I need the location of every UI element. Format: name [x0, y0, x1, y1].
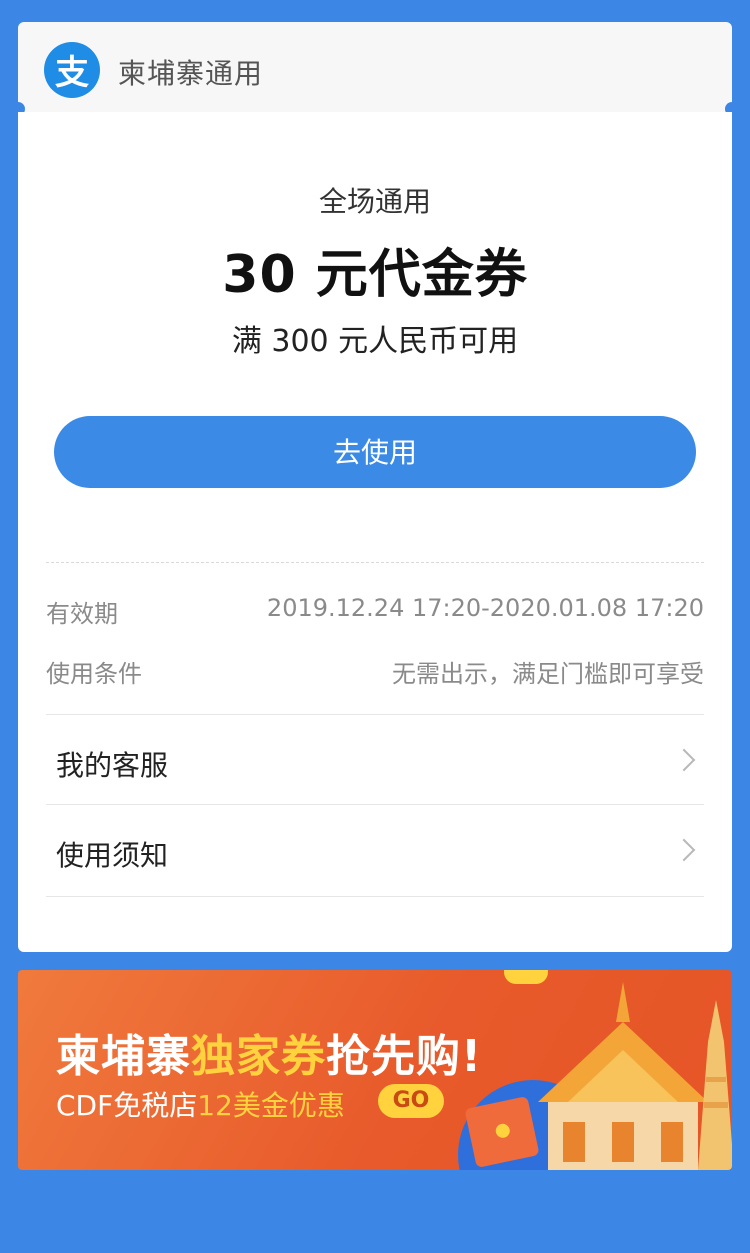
validity-label: 有效期: [46, 600, 118, 628]
promo-banner[interactable]: 柬埔寨独家券抢先购! CDF免税店12美金优惠 GO: [18, 970, 732, 1170]
customer-service-label: 我的客服: [56, 749, 169, 782]
chevron-right-icon: [672, 748, 696, 772]
customer-service-row[interactable]: 我的客服: [46, 716, 704, 806]
coupon-header: 支 柬埔寨通用: [11, 22, 739, 116]
usage-notes-row[interactable]: 使用须知: [46, 806, 704, 896]
divider: [46, 896, 704, 897]
banner-sub-part1: CDF免税店: [56, 1089, 198, 1122]
alipay-logo-icon: 支: [44, 42, 100, 98]
validity-value: 2019.12.24 17:20-2020.01.08 17:20: [266, 594, 704, 622]
logo-glyph: 支: [55, 52, 89, 93]
coupon-scope: 全场通用: [318, 185, 431, 218]
coupon-condition: 满 300 元人民币可用: [231, 324, 519, 359]
banner-headline: 柬埔寨独家券抢先购!: [56, 1020, 482, 1084]
divider: [46, 804, 704, 805]
banner-sub-highlight: 12美金优惠: [197, 1089, 345, 1122]
temple-illustration: [538, 982, 732, 1170]
usage-notes-label: 使用须知: [56, 839, 169, 872]
banner-subtitle: CDF免税店12美金优惠: [56, 1084, 345, 1124]
merchant-name: 柬埔寨通用: [118, 57, 264, 90]
go-button[interactable]: GO: [378, 1084, 444, 1118]
coupon-title: 30 元代金券: [222, 245, 528, 305]
banner-headline-part1: 柬埔寨: [56, 1031, 191, 1082]
validity-row: 有效期 2019.12.24 17:20-2020.01.08 17:20: [46, 594, 704, 634]
use-coupon-button[interactable]: 去使用: [54, 416, 696, 488]
divider: [46, 714, 704, 715]
coupon-card: 全场通用 30 元代金券 满 300 元人民币可用 去使用 有效期 2019.1…: [18, 112, 732, 952]
terms-row: 使用条件 无需出示，满足门槛即可享受: [46, 654, 704, 694]
terms-value: 无需出示，满足门槛即可享受: [392, 660, 704, 688]
dashed-divider: [46, 562, 704, 563]
chevron-right-icon: [672, 838, 696, 862]
terms-label: 使用条件: [46, 660, 142, 688]
banner-headline-highlight: 独家券: [191, 1031, 326, 1082]
banner-headline-part3: 抢先购!: [326, 1031, 483, 1082]
